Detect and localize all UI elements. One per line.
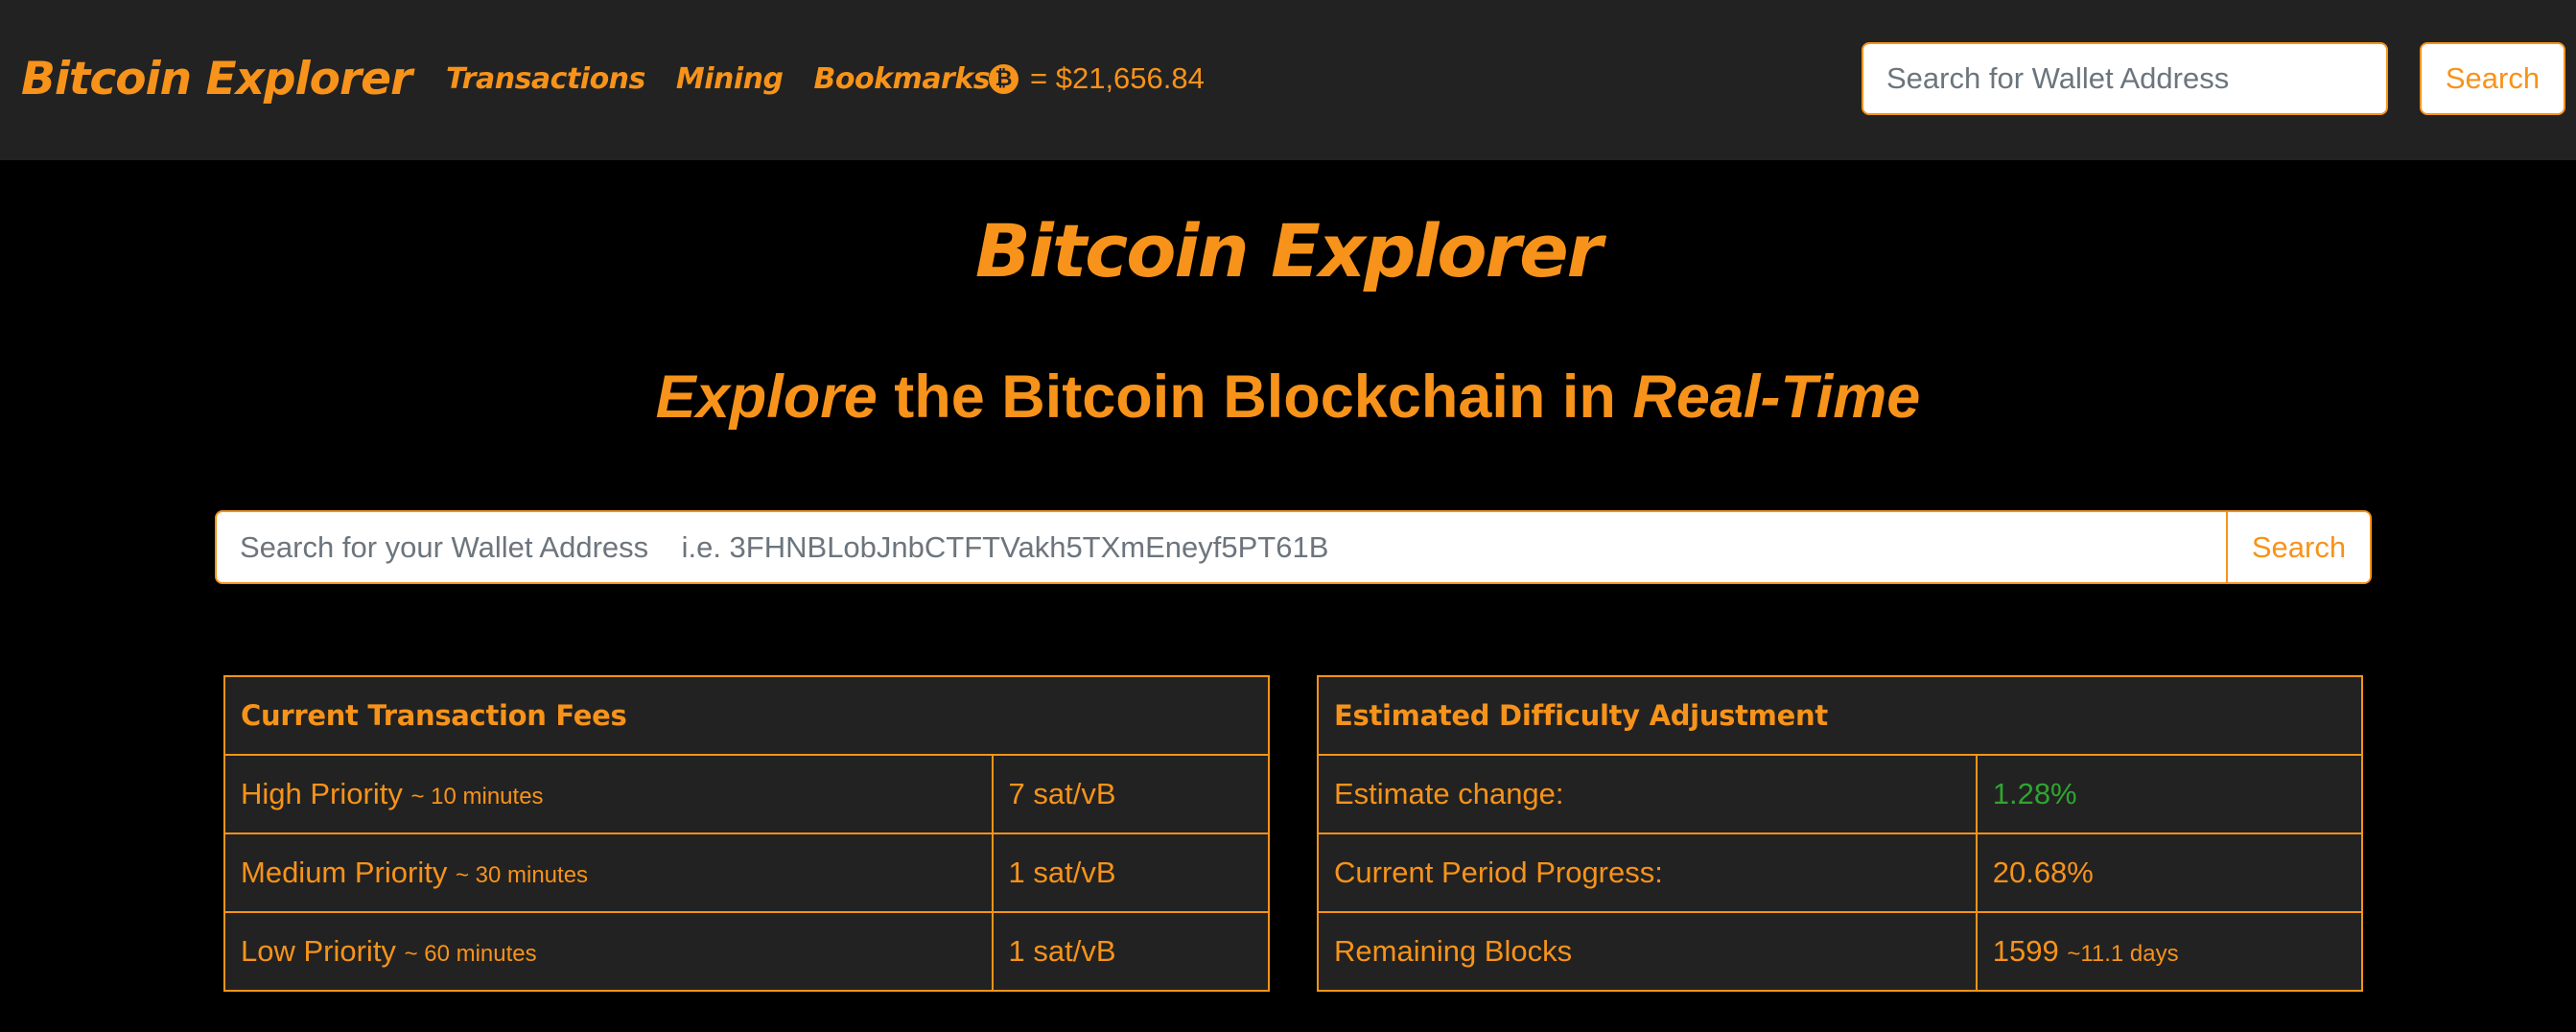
hero-tagline: Explore the Bitcoin Blockchain in Real-T… [0, 357, 2576, 437]
fee-label-cell: Low Priority ~ 60 minutes [223, 911, 994, 992]
table-row: Estimate change: 1.28% [1317, 754, 2364, 834]
nav-brand-logo[interactable]: Bitcoin Explorer [21, 44, 412, 113]
fee-time-note: ~ 30 minutes [455, 862, 589, 888]
difficulty-value-cell: 20.68% [1975, 833, 2364, 913]
table-header-row: Current Transaction Fees [223, 675, 1270, 756]
difficulty-label: Current Period Progress: [1317, 833, 1978, 913]
difficulty-adjustment-table: Estimated Difficulty Adjustment Estimate… [1317, 675, 2364, 992]
fee-label: Medium Priority [241, 856, 448, 889]
difficulty-value-cell: 1599 ~11.1 days [1975, 911, 2364, 992]
table-row: Remaining Blocks 1599 ~11.1 days [1317, 911, 2364, 992]
nav-link-bookmarks[interactable]: Bookmarks [814, 62, 991, 96]
table-row: Medium Priority ~ 30 minutes 1 sat/vB [223, 833, 1271, 913]
table-row: Low Priority ~ 60 minutes 1 sat/vB [223, 911, 1271, 992]
fee-value: 1 sat/vB [991, 833, 1271, 913]
wallet-search-input[interactable] [217, 512, 2226, 582]
fee-time-note: ~ 60 minutes [404, 941, 537, 967]
nav-search-button[interactable]: Search [2420, 42, 2565, 115]
navbar: Bitcoin Explorer Transactions Mining Boo… [0, 0, 2576, 160]
fee-value: 7 sat/vB [991, 754, 1271, 834]
difficulty-label: Estimate change: [1317, 754, 1978, 834]
nav-link-mining[interactable]: Mining [676, 62, 784, 96]
fees-table-title: Current Transaction Fees [223, 675, 1270, 756]
fee-label: Low Priority [241, 934, 396, 968]
estimate-change-value: 1.28% [1992, 777, 2077, 810]
table-header-row: Estimated Difficulty Adjustment [1317, 675, 2363, 756]
nav-links: Transactions Mining Bookmarks [446, 54, 991, 104]
fee-time-note: ~ 10 minutes [410, 784, 544, 809]
nav-link-transactions[interactable]: Transactions [446, 62, 645, 96]
transaction-fees-table: Current Transaction Fees High Priority ~… [223, 675, 1271, 992]
difficulty-table-title: Estimated Difficulty Adjustment [1317, 675, 2363, 756]
tagline-middle: the Bitcoin Blockchain in [877, 364, 1633, 431]
remaining-blocks-value: 1599 [1992, 934, 2059, 968]
main-search-group: Search [215, 510, 2372, 584]
nav-search-input[interactable] [1862, 42, 2388, 115]
fee-value: 1 sat/vB [991, 911, 1271, 992]
btc-price: ₿ = $21,656.84 [989, 54, 1205, 104]
difficulty-value-cell: 1.28% [1975, 754, 2364, 834]
fee-label-cell: Medium Priority ~ 30 minutes [223, 833, 994, 913]
bitcoin-coin-icon: ₿ [989, 63, 1019, 94]
fee-label: High Priority [241, 777, 403, 810]
tagline-realtime: Real-Time [1632, 364, 1921, 431]
hero-logo: Bitcoin Explorer [974, 208, 1603, 293]
table-row: Current Period Progress: 20.68% [1317, 833, 2364, 913]
period-progress-value: 20.68% [1992, 856, 2094, 889]
tagline-explore: Explore [655, 364, 878, 431]
table-row: High Priority ~ 10 minutes 7 sat/vB [223, 754, 1271, 834]
difficulty-label: Remaining Blocks [1317, 911, 1978, 992]
btc-price-value: = $21,656.84 [1030, 61, 1205, 95]
remaining-time-note: ~11.1 days [2067, 941, 2179, 967]
wallet-search-button[interactable]: Search [2226, 512, 2370, 582]
fee-label-cell: High Priority ~ 10 minutes [223, 754, 994, 834]
